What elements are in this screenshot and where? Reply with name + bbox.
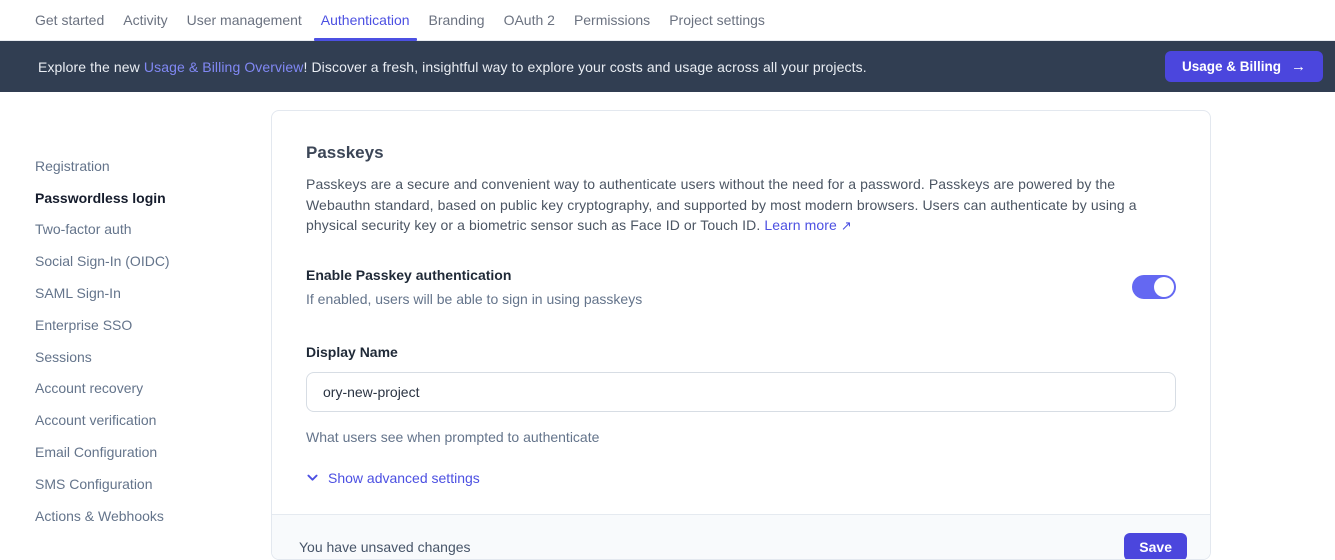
tab-activity[interactable]: Activity bbox=[123, 0, 167, 40]
enable-passkey-description: If enabled, users will be able to sign i… bbox=[306, 289, 642, 310]
passkeys-description: Passkeys are a secure and convenient way… bbox=[306, 174, 1176, 237]
tab-authentication[interactable]: Authentication bbox=[321, 0, 410, 40]
sidebar-item-sms-configuration[interactable]: SMS Configuration bbox=[35, 468, 255, 500]
show-advanced-settings-label: Show advanced settings bbox=[328, 470, 480, 486]
sidebar-item-enterprise-sso[interactable]: Enterprise SSO bbox=[35, 309, 255, 341]
sidebar-item-saml-sign-in[interactable]: SAML Sign-In bbox=[35, 277, 255, 309]
tab-branding[interactable]: Branding bbox=[429, 0, 485, 40]
banner-text-before: Explore the new bbox=[38, 59, 144, 75]
display-name-helper: What users see when prompted to authenti… bbox=[306, 427, 1176, 448]
toggle-knob bbox=[1154, 277, 1174, 297]
passkeys-settings-card: Passkeys Passkeys are a secure and conve… bbox=[271, 110, 1211, 560]
sidebar-item-email-configuration[interactable]: Email Configuration bbox=[35, 436, 255, 468]
usage-billing-overview-link[interactable]: Usage & Billing Overview bbox=[144, 59, 304, 75]
content-area: Registration Passwordless login Two-fact… bbox=[0, 92, 1335, 560]
save-button[interactable]: Save bbox=[1124, 533, 1187, 560]
display-name-label: Display Name bbox=[306, 342, 1176, 363]
external-link-icon: ↗ bbox=[841, 218, 852, 233]
page-title: Passkeys bbox=[306, 141, 1176, 165]
sidebar-item-actions-webhooks[interactable]: Actions & Webhooks bbox=[35, 500, 255, 532]
learn-more-label: Learn more bbox=[764, 217, 837, 233]
enable-passkey-row: Enable Passkey authentication If enabled… bbox=[306, 265, 1176, 310]
enable-passkey-label: Enable Passkey authentication bbox=[306, 265, 642, 286]
usage-billing-banner: Explore the new Usage & Billing Overview… bbox=[0, 41, 1335, 92]
banner-text-after: ! Discover a fresh, insightful way to ex… bbox=[303, 59, 866, 75]
banner-message: Explore the new Usage & Billing Overview… bbox=[38, 59, 1165, 75]
enable-passkey-texts: Enable Passkey authentication If enabled… bbox=[306, 265, 642, 310]
show-advanced-settings[interactable]: Show advanced settings bbox=[306, 470, 480, 486]
arrow-right-icon: → bbox=[1291, 58, 1306, 75]
unsaved-changes-text: You have unsaved changes bbox=[299, 539, 471, 555]
tab-user-management[interactable]: User management bbox=[187, 0, 302, 40]
passkeys-description-text: Passkeys are a secure and convenient way… bbox=[306, 176, 1137, 233]
passkeys-card-body: Passkeys Passkeys are a secure and conve… bbox=[272, 111, 1210, 486]
sidebar-item-account-recovery[interactable]: Account recovery bbox=[35, 373, 255, 405]
tab-project-settings[interactable]: Project settings bbox=[669, 0, 765, 40]
page: Get started Activity User management Aut… bbox=[0, 0, 1335, 560]
sidebar-item-two-factor-auth[interactable]: Two-factor auth bbox=[35, 214, 255, 246]
chevron-down-icon bbox=[306, 471, 319, 484]
sidebar-item-social-sign-in[interactable]: Social Sign-In (OIDC) bbox=[35, 245, 255, 277]
unsaved-changes-bar: You have unsaved changes Save bbox=[272, 514, 1210, 560]
usage-billing-button[interactable]: Usage & Billing → bbox=[1165, 51, 1323, 82]
tab-get-started[interactable]: Get started bbox=[35, 0, 104, 40]
sidebar-item-registration[interactable]: Registration bbox=[35, 150, 255, 182]
settings-sidebar: Registration Passwordless login Two-fact… bbox=[35, 150, 255, 532]
sidebar-item-account-verification[interactable]: Account verification bbox=[35, 404, 255, 436]
tab-permissions[interactable]: Permissions bbox=[574, 0, 650, 40]
learn-more-link[interactable]: Learn more ↗ bbox=[764, 217, 852, 233]
tab-oauth2[interactable]: OAuth 2 bbox=[504, 0, 555, 40]
top-navigation: Get started Activity User management Aut… bbox=[0, 0, 1335, 41]
display-name-field: Display Name What users see when prompte… bbox=[306, 342, 1176, 448]
enable-passkey-toggle[interactable] bbox=[1132, 275, 1176, 299]
usage-billing-button-label: Usage & Billing bbox=[1182, 59, 1281, 74]
sidebar-item-sessions[interactable]: Sessions bbox=[35, 341, 255, 373]
sidebar-item-passwordless-login[interactable]: Passwordless login bbox=[35, 182, 255, 214]
display-name-input[interactable] bbox=[306, 372, 1176, 412]
